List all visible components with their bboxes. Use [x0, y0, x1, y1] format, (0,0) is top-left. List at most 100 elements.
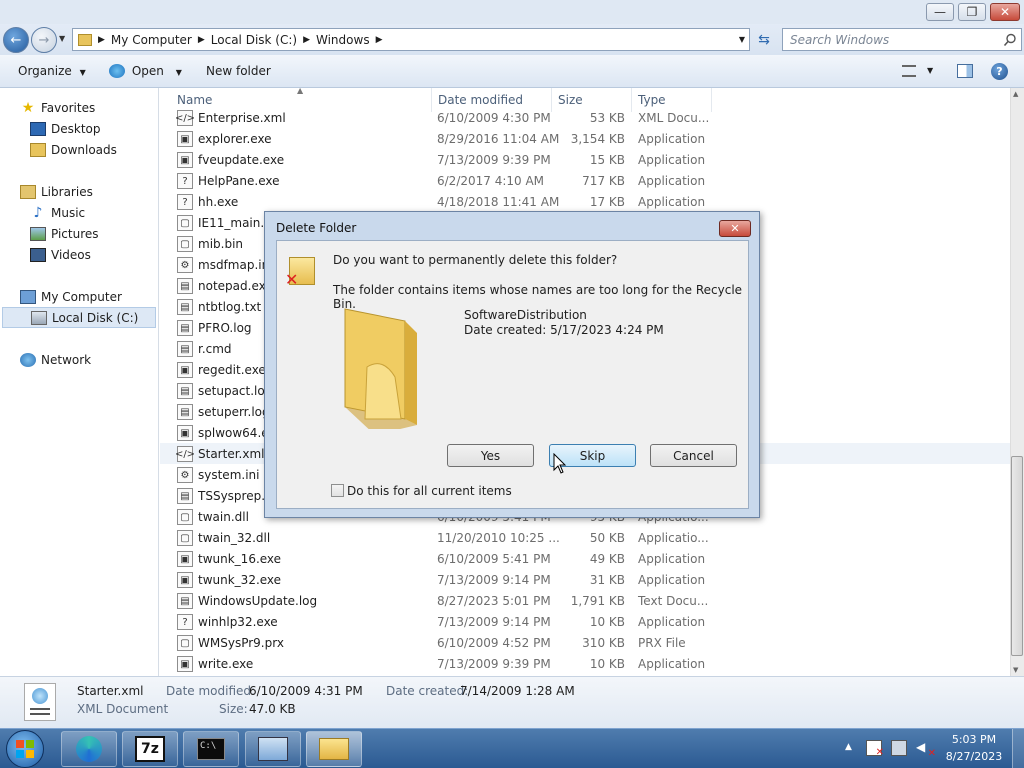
file-date: 7/13/2009 9:14 PM: [437, 573, 551, 587]
file-size: 17 KB: [589, 195, 625, 209]
search-placeholder: Search Windows: [790, 33, 890, 47]
table-row[interactable]: ? hh.exe 4/18/2018 11:41 AM 17 KB Applicatio…: [160, 191, 1010, 212]
refresh-icon[interactable]: ⇆: [753, 30, 775, 50]
breadcrumb-windows[interactable]: Windows: [316, 33, 370, 47]
edge-icon: [76, 736, 102, 762]
new-folder-button[interactable]: New folder: [206, 64, 271, 78]
file-name: mib.bin: [198, 237, 244, 251]
preview-pane-icon[interactable]: [957, 64, 973, 78]
chevron-down-icon[interactable]: ▼: [927, 66, 933, 75]
scroll-down-icon[interactable]: ▼: [1013, 666, 1018, 674]
table-row[interactable]: ? HelpPane.exe 6/2/2017 4:10 AM 717 KB Appli…: [160, 170, 1010, 191]
nav-my-computer[interactable]: My Computer: [20, 286, 122, 307]
file-icon: ⚙: [177, 467, 193, 483]
command-bar: Organize ▼ Open ▼ New folder ▼ ?: [0, 55, 1024, 88]
taskbar-network-app[interactable]: [245, 731, 301, 767]
search-icon[interactable]: [1003, 33, 1017, 47]
taskbar-edge[interactable]: [61, 731, 117, 767]
breadcrumb-my-computer[interactable]: My Computer: [111, 33, 192, 47]
chevron-right-icon[interactable]: ▶: [198, 35, 205, 45]
close-button[interactable]: ✕: [990, 3, 1020, 21]
column-header-size[interactable]: Size: [558, 93, 583, 107]
table-row[interactable]: </> Enterprise.xml 6/10/2009 4:30 PM 53 KB X…: [160, 107, 1010, 128]
table-row[interactable]: ? winhlp32.exe 7/13/2009 9:14 PM 10 KB Appli…: [160, 611, 1010, 632]
nav-pictures[interactable]: Pictures: [30, 223, 99, 244]
nav-favorites[interactable]: ★ Favorites: [20, 97, 96, 118]
taskbar-explorer[interactable]: [306, 731, 362, 767]
file-date: 6/10/2009 5:41 PM: [437, 552, 551, 566]
table-row[interactable]: ▢ twain_32.dll 11/20/2010 10:25 ... 50 KB Ap…: [160, 527, 1010, 548]
sevenzip-icon: 7z: [135, 736, 165, 762]
table-row[interactable]: ▣ explorer.exe 8/29/2016 11:04 AM 3,154 KB A…: [160, 128, 1010, 149]
nav-local-disk[interactable]: Local Disk (C:): [2, 307, 156, 328]
clock-time[interactable]: 5:03 PM: [940, 733, 1008, 746]
action-center-icon[interactable]: ✕: [866, 740, 884, 758]
chevron-right-icon[interactable]: ▶: [376, 35, 383, 45]
pictures-icon: [30, 226, 46, 241]
table-row[interactable]: ▣ write.exe 7/13/2009 9:39 PM 10 KB Applicat…: [160, 653, 1010, 674]
nav-network[interactable]: Network: [20, 349, 91, 370]
file-type: Application: [638, 132, 706, 146]
file-name: fveupdate.exe: [198, 153, 285, 167]
nav-pictures-label: Pictures: [51, 226, 99, 241]
file-type: Text Docu...: [638, 594, 709, 608]
restore-button[interactable]: ❐: [958, 3, 986, 21]
tray-expand-icon[interactable]: ▲: [845, 742, 852, 752]
address-bar[interactable]: ▶ My Computer ▶ Local Disk (C:) ▶ Window…: [72, 28, 750, 51]
table-row[interactable]: ▣ twunk_32.exe 7/13/2009 9:14 PM 31 KB Appli…: [160, 569, 1010, 590]
yes-button[interactable]: Yes: [447, 444, 534, 467]
file-icon: ▣: [177, 425, 193, 441]
scroll-up-icon[interactable]: ▲: [1013, 90, 1018, 98]
nav-music[interactable]: ♪ Music: [30, 202, 86, 223]
breadcrumb-local-disk[interactable]: Local Disk (C:): [211, 33, 297, 47]
show-desktop-button[interactable]: [1012, 729, 1024, 768]
network-icon: [20, 352, 36, 367]
taskbar-cmd[interactable]: C:\: [183, 731, 239, 767]
file-name: WindowsUpdate.log: [198, 594, 318, 608]
application-icon: ?: [177, 194, 193, 210]
file-size: 310 KB: [582, 636, 625, 650]
apply-all-label[interactable]: Do this for all current items: [347, 484, 512, 498]
minimize-button[interactable]: —: [926, 3, 954, 21]
file-size: 3,154 KB: [570, 132, 625, 146]
file-name: setupact.log: [198, 384, 273, 398]
taskbar-7zip[interactable]: 7z: [122, 731, 178, 767]
volume-icon[interactable]: ◀ ✕: [916, 740, 936, 759]
help-icon[interactable]: ?: [991, 63, 1008, 80]
nav-videos[interactable]: Videos: [30, 244, 91, 265]
details-modified-label: Date modified:: [166, 684, 256, 698]
network-tray-icon[interactable]: [891, 740, 907, 756]
chevron-right-icon[interactable]: ▶: [303, 35, 310, 45]
clock-date[interactable]: 8/27/2023: [940, 750, 1008, 763]
cancel-button[interactable]: Cancel: [650, 444, 737, 467]
table-row[interactable]: ▢ WMSysPr9.prx 6/10/2009 4:52 PM 310 KB PRX …: [160, 632, 1010, 653]
scrollbar-thumb[interactable]: [1011, 456, 1023, 656]
apply-all-checkbox[interactable]: [331, 484, 344, 497]
table-row[interactable]: ▤ WindowsUpdate.log 8/27/2023 5:01 PM 1,791…: [160, 590, 1010, 611]
view-options-icon[interactable]: [902, 65, 916, 77]
file-type: PRX File: [638, 636, 686, 650]
column-header-type[interactable]: Type: [638, 93, 666, 107]
table-row[interactable]: ▣ twunk_16.exe 6/10/2009 5:41 PM 49 KB Appli…: [160, 548, 1010, 569]
open-button[interactable]: Open ▼: [109, 64, 182, 78]
forward-button[interactable]: →: [31, 27, 57, 53]
recent-pages-chevron-icon[interactable]: ▼: [59, 34, 65, 43]
column-header-date[interactable]: Date modified: [438, 93, 523, 107]
organize-button[interactable]: Organize ▼: [18, 64, 86, 78]
nav-libraries[interactable]: Libraries: [20, 181, 93, 202]
file-date: 7/13/2009 9:39 PM: [437, 153, 551, 167]
search-input[interactable]: Search Windows: [782, 28, 1022, 51]
address-dropdown-icon[interactable]: ▼: [739, 35, 745, 44]
nav-downloads[interactable]: Downloads: [30, 139, 117, 160]
back-button[interactable]: ←: [3, 27, 29, 53]
nav-desktop[interactable]: Desktop: [30, 118, 101, 139]
table-row[interactable]: ▣ fveupdate.exe 7/13/2009 9:39 PM 15 KB Appl…: [160, 149, 1010, 170]
start-button[interactable]: [6, 730, 44, 768]
details-modified-value: 6/10/2009 4:31 PM: [249, 684, 363, 698]
file-type: Application: [638, 573, 706, 587]
desktop-icon: [30, 121, 46, 136]
sort-up-icon: ▲: [297, 88, 304, 95]
file-size: 31 KB: [589, 573, 625, 587]
column-header-name[interactable]: Name: [177, 93, 212, 107]
dialog-close-button[interactable]: ✕: [719, 220, 751, 237]
